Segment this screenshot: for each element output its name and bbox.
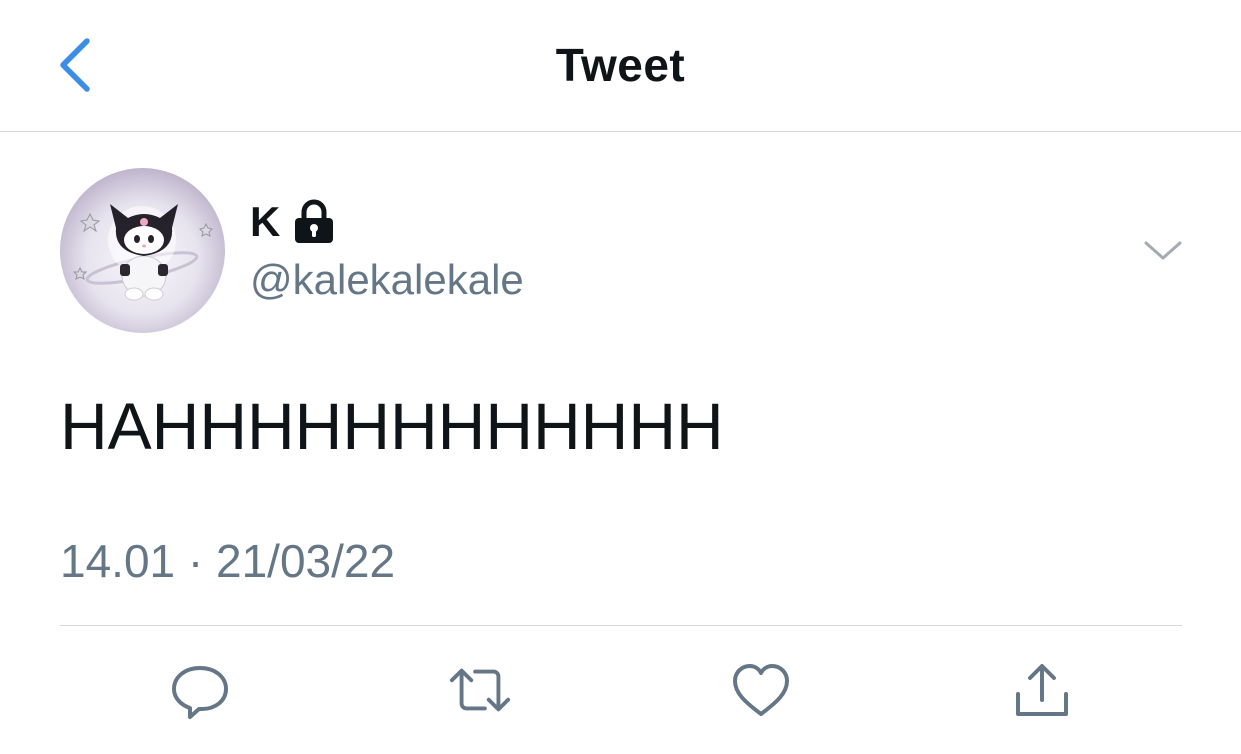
more-options-button[interactable]	[1140, 228, 1186, 274]
like-button[interactable]	[729, 658, 793, 722]
avatar[interactable]	[60, 168, 225, 333]
retweet-button[interactable]	[448, 658, 512, 722]
kuromi-avatar-image	[72, 204, 213, 301]
navigation-bar: Tweet	[0, 0, 1241, 132]
tweet-timestamp[interactable]: 14.01 · 21/03/22	[60, 534, 395, 588]
divider	[60, 625, 1182, 626]
share-icon	[1016, 664, 1068, 716]
retweet-icon	[449, 668, 511, 712]
share-button[interactable]	[1010, 658, 1074, 722]
reply-button[interactable]	[168, 658, 232, 722]
chevron-down-icon	[1144, 241, 1182, 260]
lock-icon	[292, 199, 336, 245]
page-title: Tweet	[555, 39, 686, 91]
tweet-text: HAHHHHHHHHHHHH	[60, 389, 724, 463]
author-display-name: K	[250, 198, 281, 245]
author-name-row[interactable]: K	[250, 196, 336, 248]
tweet-detail-screen: Tweet K @kalekalekale HAHHHHHHHHHHHH 14.…	[0, 0, 1241, 754]
like-icon	[733, 664, 789, 716]
author-handle[interactable]: @kalekalekale	[250, 256, 524, 304]
reply-icon	[172, 666, 228, 719]
